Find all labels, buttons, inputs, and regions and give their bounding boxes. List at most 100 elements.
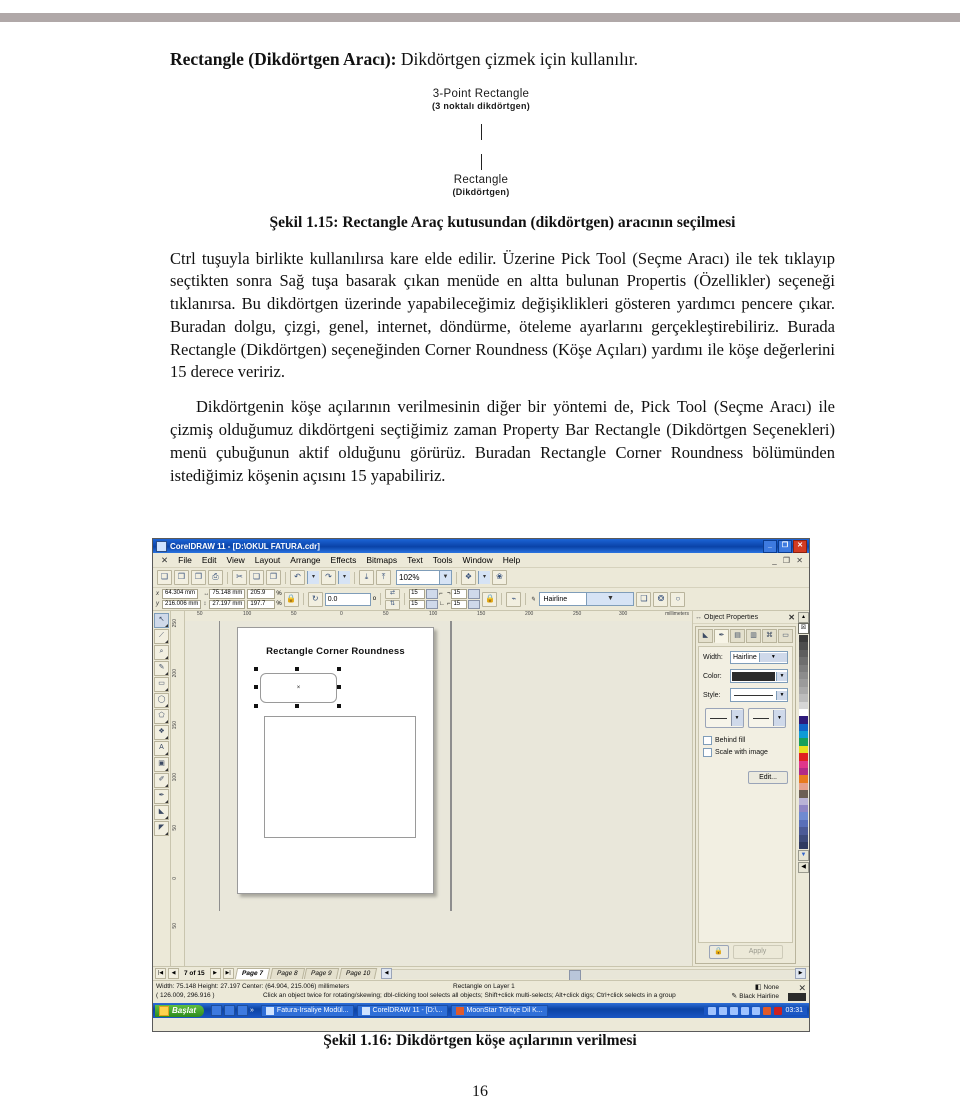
tool-zoom-tool[interactable]: ⌕	[154, 645, 169, 660]
document-window-buttons[interactable]: _ ❐ ✕	[772, 556, 809, 565]
object-width-input[interactable]: 75.148 mm	[209, 589, 246, 599]
selected-rounded-rectangle[interactable]: ×	[260, 673, 337, 703]
palette-scroll-up-icon[interactable]: ▴	[798, 612, 809, 623]
undo-dropdown-icon[interactable]: ▾	[307, 571, 319, 584]
selection-handle-bc[interactable]	[295, 704, 299, 708]
page-tab-10[interactable]: Page 10	[338, 968, 378, 979]
corel-online-icon[interactable]: ❀	[492, 570, 507, 585]
palette-swatch[interactable]	[799, 834, 808, 842]
zoom-dropdown-icon[interactable]: ▼	[439, 571, 451, 584]
menu-item-arrange[interactable]: Arrange	[285, 555, 325, 565]
corner-tl-input[interactable]: 15	[409, 589, 426, 599]
palette-swatch[interactable]	[799, 635, 808, 643]
next-page-button[interactable]: ▶	[209, 968, 221, 979]
end-arrowhead-caret-icon[interactable]: ▼	[773, 710, 785, 726]
edit-button[interactable]: Edit...	[748, 771, 788, 784]
export-icon[interactable]: ⤒	[376, 570, 391, 585]
palette-swatch[interactable]	[799, 701, 808, 709]
selection-handle-bl[interactable]	[254, 704, 258, 708]
palette-swatch[interactable]	[799, 723, 808, 732]
media-icon[interactable]	[237, 1005, 249, 1016]
palette-swatch[interactable]	[799, 642, 808, 650]
corner-br-spinner[interactable]	[468, 599, 481, 609]
palette-swatch[interactable]	[799, 804, 808, 813]
undo-icon[interactable]: ↶	[290, 570, 305, 585]
tool-polygon-tool[interactable]: ⬠	[154, 709, 169, 724]
close-button[interactable]: ✕	[793, 539, 807, 553]
palette-swatch[interactable]	[799, 841, 808, 850]
corner-bl-input[interactable]: 15	[409, 599, 426, 609]
scroll-right-button[interactable]: ▶	[795, 968, 806, 979]
previous-page-button[interactable]: ◀	[168, 968, 179, 979]
docker-tab-detail[interactable]: ▥	[746, 629, 761, 643]
drawing-canvas[interactable]: Rectangle Corner Roundness ×	[185, 621, 692, 966]
tool-shape-tool[interactable]: ⟋	[154, 629, 169, 644]
palette-swatch[interactable]	[799, 679, 808, 687]
docker-width-combo[interactable]: Hairline ▼	[730, 651, 788, 664]
palette-swatch[interactable]	[799, 738, 808, 746]
cut-icon[interactable]: ✂	[232, 570, 247, 585]
scale-horizontal-input[interactable]: 205.9	[247, 589, 276, 599]
docker-tab-fill[interactable]: ◣	[698, 629, 713, 643]
menu-item-window[interactable]: Window	[458, 555, 498, 565]
menu-item-view[interactable]: View	[221, 555, 249, 565]
selection-handle-tr[interactable]	[337, 667, 341, 671]
palette-swatch[interactable]	[799, 819, 808, 828]
taskbar-item-fatura[interactable]: Fatura-İrsaliye Modül...	[260, 1004, 354, 1017]
corner-bl-spinner[interactable]	[426, 599, 439, 609]
palette-swatch[interactable]	[799, 716, 808, 724]
palette-swatch[interactable]	[799, 708, 808, 717]
selection-handle-tc[interactable]	[295, 667, 299, 671]
paste-icon[interactable]: ❐	[266, 570, 281, 585]
scrollbar-thumb[interactable]	[569, 969, 582, 981]
corner-tr-spinner[interactable]	[468, 589, 481, 599]
end-arrowhead-combo[interactable]: ▼	[747, 708, 786, 728]
menu-item-edit[interactable]: Edit	[197, 555, 222, 565]
scale-with-image-checkbox[interactable]	[703, 748, 712, 757]
scroll-left-button[interactable]: ◀	[381, 968, 392, 979]
horizontal-scrollbar[interactable]: ◀ ▶	[381, 968, 806, 981]
apply-button[interactable]: Apply	[732, 945, 783, 959]
palette-swatch[interactable]	[799, 782, 808, 791]
browser-icon[interactable]	[224, 1005, 236, 1016]
palette-expand-icon[interactable]: ◀	[798, 862, 809, 874]
behind-fill-checkbox[interactable]	[703, 736, 712, 745]
selection-handle-mr[interactable]	[337, 685, 341, 689]
docker-style-caret-icon[interactable]: ▼	[776, 690, 787, 700]
corner-tl-spinner[interactable]	[426, 589, 439, 599]
palette-no-color-swatch[interactable]: ☒	[798, 623, 809, 634]
mirror-vertical-icon[interactable]: ⇅	[385, 599, 401, 610]
palette-swatch[interactable]	[799, 671, 808, 680]
antivirus-icon[interactable]	[763, 1006, 772, 1015]
docker-close-icon[interactable]: ✕	[788, 613, 798, 622]
tool-pick-tool[interactable]: ↖	[154, 613, 169, 628]
mirror-horizontal-icon[interactable]: ⇄	[385, 588, 401, 599]
outline-width-caret[interactable]: ▼	[586, 593, 634, 605]
messenger-icon[interactable]	[752, 1006, 761, 1015]
tool-outline-tool[interactable]: ✒	[154, 789, 169, 804]
start-arrowhead-caret-icon[interactable]: ▼	[730, 710, 743, 726]
palette-swatch[interactable]	[799, 694, 808, 702]
tool-fill-tool[interactable]: ◣	[154, 805, 169, 820]
new-document-icon[interactable]: ❑	[157, 570, 172, 585]
convert-to-curves-icon[interactable]: ⌁	[506, 591, 522, 607]
application-launcher-icon[interactable]: ❖	[461, 570, 476, 585]
wrap-style-icon[interactable]: ❂	[653, 591, 669, 607]
docker-tab-general[interactable]: ▤	[730, 629, 745, 643]
palette-swatch[interactable]	[799, 812, 808, 820]
no-outline-icon[interactable]: ○	[670, 591, 686, 607]
tool-freehand-tool[interactable]: ✎	[154, 661, 169, 676]
tool-eyedropper-tool[interactable]: ✐	[154, 773, 169, 788]
menu-item-help[interactable]: Help	[498, 555, 525, 565]
docker-color-caret-icon[interactable]: ▼	[776, 671, 787, 681]
corner-br-input[interactable]: 15	[451, 599, 468, 609]
lock-ratio-icon[interactable]: 🔒	[283, 591, 299, 607]
scale-vertical-input[interactable]: 197.7	[247, 599, 276, 609]
palette-swatch[interactable]	[799, 827, 808, 835]
menu-item-bitmaps[interactable]: Bitmaps	[361, 555, 402, 565]
palette-swatch[interactable]	[799, 753, 808, 761]
docker-style-combo[interactable]: ▼	[730, 688, 788, 702]
save-document-icon[interactable]: ❐	[191, 570, 206, 585]
palette-swatch[interactable]	[799, 664, 808, 672]
palette-swatch[interactable]	[799, 731, 808, 739]
